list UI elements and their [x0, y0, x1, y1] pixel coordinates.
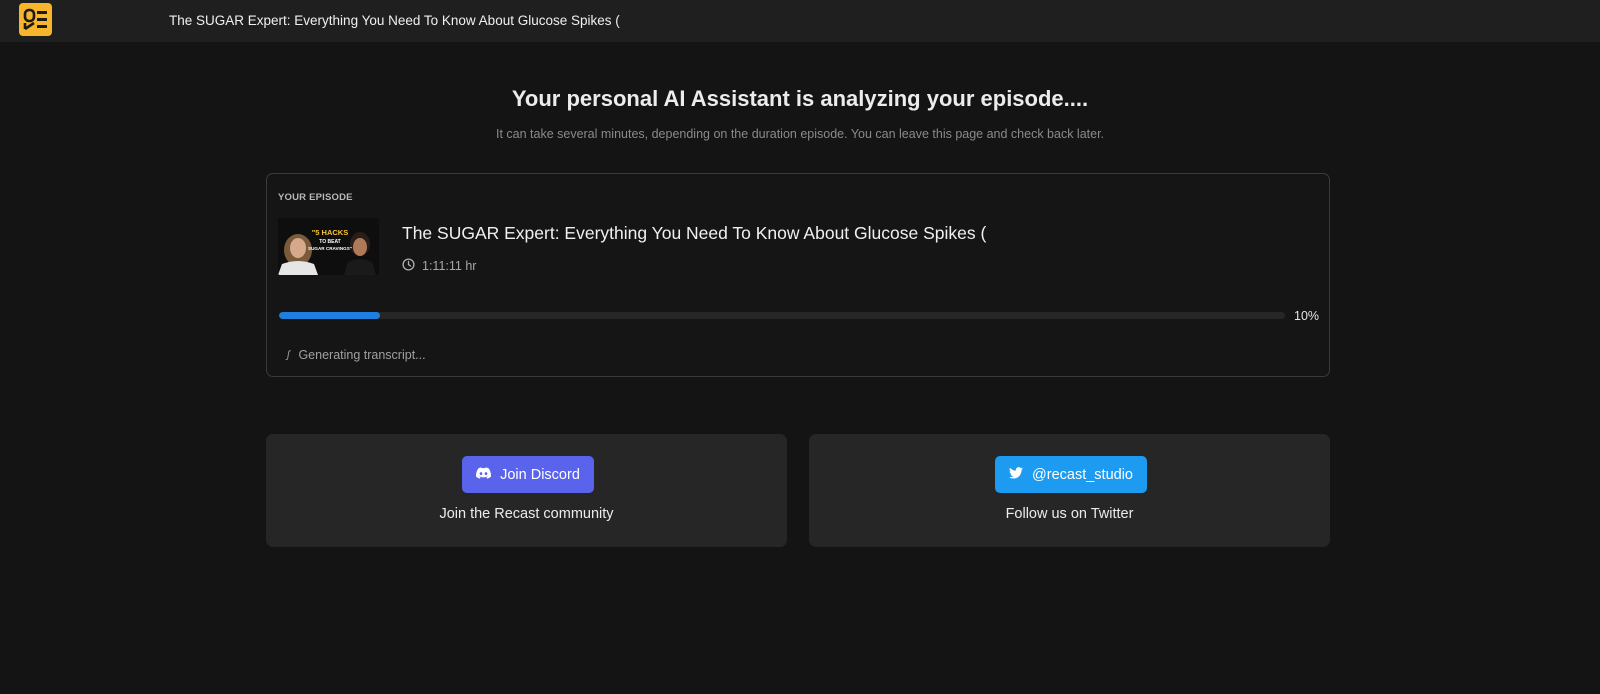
- twitter-follow-button[interactable]: @recast_studio: [995, 456, 1147, 493]
- thumbnail-text-line-1: "5 HACKS: [312, 228, 348, 237]
- twitter-handle-label: @recast_studio: [1032, 466, 1133, 483]
- clock-icon: [402, 258, 415, 274]
- episode-section-label: YOUR EPISODE: [278, 192, 353, 203]
- episode-title: The SUGAR Expert: Everything You Need To…: [402, 223, 987, 243]
- page-subtitle: It can take several minutes, depending o…: [495, 127, 1105, 141]
- join-discord-button[interactable]: Join Discord: [462, 456, 594, 493]
- status-text: Generating transcript...: [298, 348, 426, 362]
- twitter-caption: Follow us on Twitter: [1005, 506, 1134, 522]
- episode-duration-text: 1:11:11 hr: [422, 259, 477, 273]
- episode-card: YOUR EPISODE "5 HACKS TO BEAT SUGAR CRAV…: [266, 173, 1330, 377]
- progress-bar: [279, 312, 1285, 319]
- recast-logo-icon[interactable]: [19, 3, 52, 36]
- discord-card: Join Discord Join the Recast community: [266, 434, 787, 547]
- twitter-icon: [1009, 466, 1024, 483]
- page-title: Your personal AI Assistant is analyzing …: [511, 86, 1089, 111]
- progress-percent: 10%: [1294, 309, 1320, 323]
- episode-duration: 1:11:11 hr: [402, 258, 476, 274]
- status-row: ʃ Generating transcript...: [285, 348, 426, 362]
- progress-bar-fill: [279, 312, 380, 319]
- spinner-icon: ʃ: [285, 348, 291, 362]
- top-bar: The SUGAR Expert: Everything You Need To…: [0, 0, 1600, 42]
- discord-caption: Join the Recast community: [439, 506, 614, 522]
- thumbnail-text-line-3: SUGAR CRAVINGS": [308, 246, 352, 251]
- thumbnail-text-line-2: TO BEAT: [319, 239, 340, 245]
- episode-thumbnail: "5 HACKS TO BEAT SUGAR CRAVINGS": [278, 218, 379, 275]
- topbar-episode-title: The SUGAR Expert: Everything You Need To…: [169, 13, 620, 28]
- join-discord-label: Join Discord: [500, 466, 580, 483]
- twitter-card: @recast_studio Follow us on Twitter: [809, 434, 1330, 547]
- discord-icon: [476, 466, 492, 483]
